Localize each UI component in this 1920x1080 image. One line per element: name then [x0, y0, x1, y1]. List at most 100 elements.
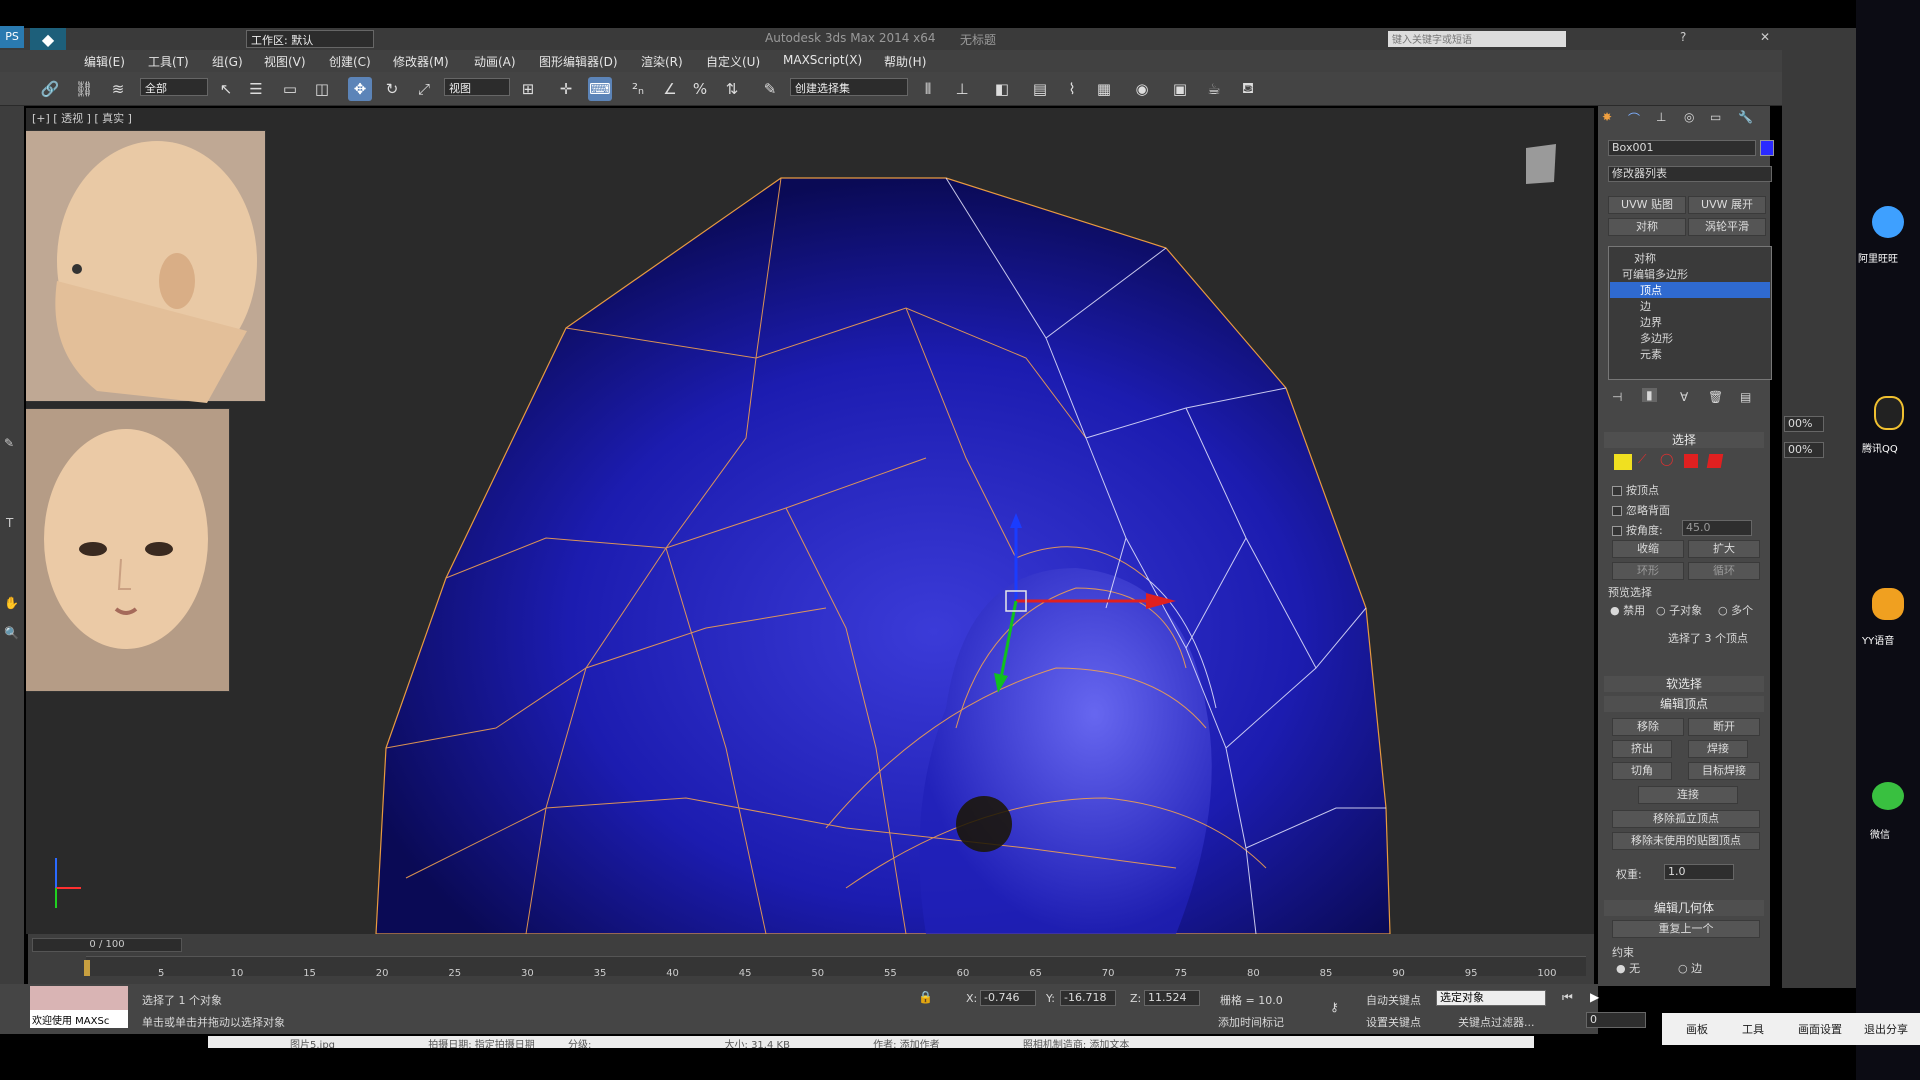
display-tab-icon[interactable]: ▭: [1710, 110, 1721, 124]
stack-item-edge[interactable]: 边: [1640, 298, 1651, 314]
pct-field-2[interactable]: 00%: [1784, 442, 1824, 458]
loop-button[interactable]: 循环: [1688, 562, 1760, 580]
link-icon[interactable]: 🔗: [38, 77, 62, 101]
repeat-last-button[interactable]: 重复上一个: [1612, 920, 1760, 938]
z-coordinate-field[interactable]: 11.524: [1144, 990, 1200, 1006]
qq-icon[interactable]: [1874, 396, 1904, 430]
current-frame-field[interactable]: 0: [1586, 1012, 1646, 1028]
welcome-text[interactable]: 欢迎使用 MAXSc: [30, 1010, 128, 1028]
exit-share-button[interactable]: 退出分享: [1864, 1021, 1908, 1037]
shrink-button[interactable]: 收缩: [1612, 540, 1684, 558]
menu-group[interactable]: 组(G): [212, 53, 243, 70]
break-button[interactable]: 断开: [1688, 718, 1760, 736]
create-tab-icon[interactable]: ✸: [1602, 110, 1612, 124]
rollout-selection[interactable]: 选择: [1604, 432, 1764, 448]
rollout-edit-vertices[interactable]: 编辑顶点: [1604, 696, 1764, 712]
y-coordinate-field[interactable]: -16.718: [1060, 990, 1116, 1006]
zoom-icon[interactable]: 🔍: [4, 626, 19, 640]
bind-spacewarp-icon[interactable]: ≋: [106, 77, 130, 101]
uvw-unwrap-button[interactable]: UVW 展开: [1688, 196, 1766, 214]
go-start-icon[interactable]: ⏮: [1562, 990, 1573, 1005]
curve-editor-icon[interactable]: ⌇: [1060, 77, 1084, 101]
x-coordinate-field[interactable]: -0.746: [980, 990, 1036, 1006]
rotate-icon[interactable]: ↻: [380, 77, 404, 101]
remove-button[interactable]: 移除: [1612, 718, 1684, 736]
select-by-name-icon[interactable]: ☰: [244, 77, 268, 101]
by-vertex-checkbox[interactable]: 按顶点: [1612, 482, 1659, 498]
angle-snap-icon[interactable]: ∠: [658, 77, 682, 101]
help-icon[interactable]: ?: [1680, 30, 1686, 44]
perspective-viewport[interactable]: [+] [ 透视 ] [ 真实 ]: [26, 108, 1594, 934]
stack-item-element[interactable]: 元素: [1640, 346, 1662, 362]
align-icon[interactable]: ⊥: [950, 77, 974, 101]
ring-button[interactable]: 环形: [1612, 562, 1684, 580]
menu-animation[interactable]: 动画(A): [474, 53, 516, 70]
preview-disabled-radio[interactable]: ● 禁用: [1610, 602, 1645, 618]
maxscript-mini-listener[interactable]: [30, 986, 128, 1010]
ignore-backfacing-checkbox[interactable]: 忽略背面: [1612, 502, 1670, 518]
show-end-result-icon[interactable]: ▮: [1642, 388, 1657, 402]
chamfer-button[interactable]: 切角: [1612, 762, 1672, 780]
selected-object-dropdown[interactable]: 选定对象: [1436, 990, 1546, 1006]
mirror-icon[interactable]: ⫴: [916, 77, 940, 101]
by-angle-checkbox[interactable]: 按角度:: [1612, 522, 1663, 538]
rect-selection-icon[interactable]: ▭: [278, 77, 302, 101]
turbosmooth-button[interactable]: 涡轮平滑: [1688, 218, 1766, 236]
keyboard-shortcut-icon[interactable]: ⌨: [588, 77, 612, 101]
modifier-list-dropdown[interactable]: 修改器列表: [1608, 166, 1772, 182]
text-icon[interactable]: T: [6, 516, 13, 530]
window-crossing-icon[interactable]: ◫: [310, 77, 334, 101]
target-weld-button[interactable]: 目标焊接: [1688, 762, 1760, 780]
menu-edit[interactable]: 编辑(E): [84, 53, 125, 70]
edge-mode-icon[interactable]: ⟋: [1638, 452, 1646, 467]
selection-filter-dropdown[interactable]: 全部: [140, 78, 208, 96]
menu-rendering[interactable]: 渲染(R): [641, 53, 683, 70]
brush-icon[interactable]: ✎: [4, 436, 14, 450]
menu-create[interactable]: 创建(C): [329, 53, 371, 70]
yy-icon[interactable]: [1872, 588, 1904, 620]
tools-button[interactable]: 工具: [1742, 1021, 1764, 1037]
pin-stack-icon[interactable]: ⊣: [1612, 390, 1622, 404]
close-icon[interactable]: ✕: [1760, 30, 1770, 44]
render-setup-icon[interactable]: ▣: [1168, 77, 1192, 101]
border-mode-icon[interactable]: ◯: [1660, 452, 1673, 466]
ref-coord-dropdown[interactable]: 视图: [444, 78, 510, 96]
rollout-edit-geometry[interactable]: 编辑几何体: [1604, 900, 1764, 916]
modify-tab-icon[interactable]: ⌒: [1628, 110, 1640, 127]
stack-item-vertex[interactable]: 顶点: [1610, 282, 1770, 298]
pct-field-1[interactable]: 00%: [1784, 416, 1824, 432]
stack-item-border[interactable]: 边界: [1640, 314, 1662, 330]
menu-customize[interactable]: 自定义(U): [706, 53, 760, 70]
material-editor-icon[interactable]: ◉: [1130, 77, 1154, 101]
menu-modifiers[interactable]: 修改器(M): [393, 53, 449, 70]
timeline[interactable]: 0 / 100 5 10 15 20 25 30 35 40 45 50 55 60 65 70 75 80 8…: [28, 934, 1594, 990]
time-slider[interactable]: 0 / 100: [32, 938, 182, 952]
vertex-mode-icon[interactable]: [1614, 454, 1632, 470]
percent-snap-icon[interactable]: %: [688, 77, 712, 101]
move-icon[interactable]: ✥: [348, 77, 372, 101]
set-key-button[interactable]: 设置关键点: [1366, 1014, 1421, 1030]
screen-settings-button[interactable]: 画面设置: [1798, 1021, 1842, 1037]
constraint-none-radio[interactable]: ● 无: [1616, 960, 1640, 976]
lock-selection-icon[interactable]: 🔒: [918, 990, 933, 1004]
angle-value-field[interactable]: 45.0: [1682, 520, 1752, 536]
remove-modifier-icon[interactable]: 🗑: [1708, 390, 1723, 404]
pivot-icon[interactable]: ⊞: [516, 77, 540, 101]
wechat-icon[interactable]: [1872, 782, 1904, 810]
stack-item-symmetry[interactable]: 对称: [1634, 250, 1656, 266]
search-input[interactable]: 键入关键字或短语: [1388, 31, 1566, 47]
weight-field[interactable]: 1.0: [1664, 864, 1734, 880]
named-selection-dropdown[interactable]: 创建选择集: [790, 78, 908, 96]
spinner-snap-icon[interactable]: ⇅: [720, 77, 744, 101]
app-logo[interactable]: ◆: [30, 28, 66, 52]
auto-key-button[interactable]: 自动关键点: [1366, 992, 1421, 1008]
grow-button[interactable]: 扩大: [1688, 540, 1760, 558]
menu-maxscript[interactable]: MAXScript(X): [783, 53, 862, 67]
menu-help[interactable]: 帮助(H): [884, 53, 926, 70]
hand-icon[interactable]: ✋: [4, 596, 19, 610]
menu-graph-editors[interactable]: 图形编辑器(D): [539, 53, 618, 70]
schematic-icon[interactable]: ▦: [1092, 77, 1116, 101]
utilities-tab-icon[interactable]: 🔧: [1738, 110, 1753, 124]
constraint-edge-radio[interactable]: ○ 边: [1678, 960, 1702, 976]
extrude-button[interactable]: 挤出: [1612, 740, 1672, 758]
